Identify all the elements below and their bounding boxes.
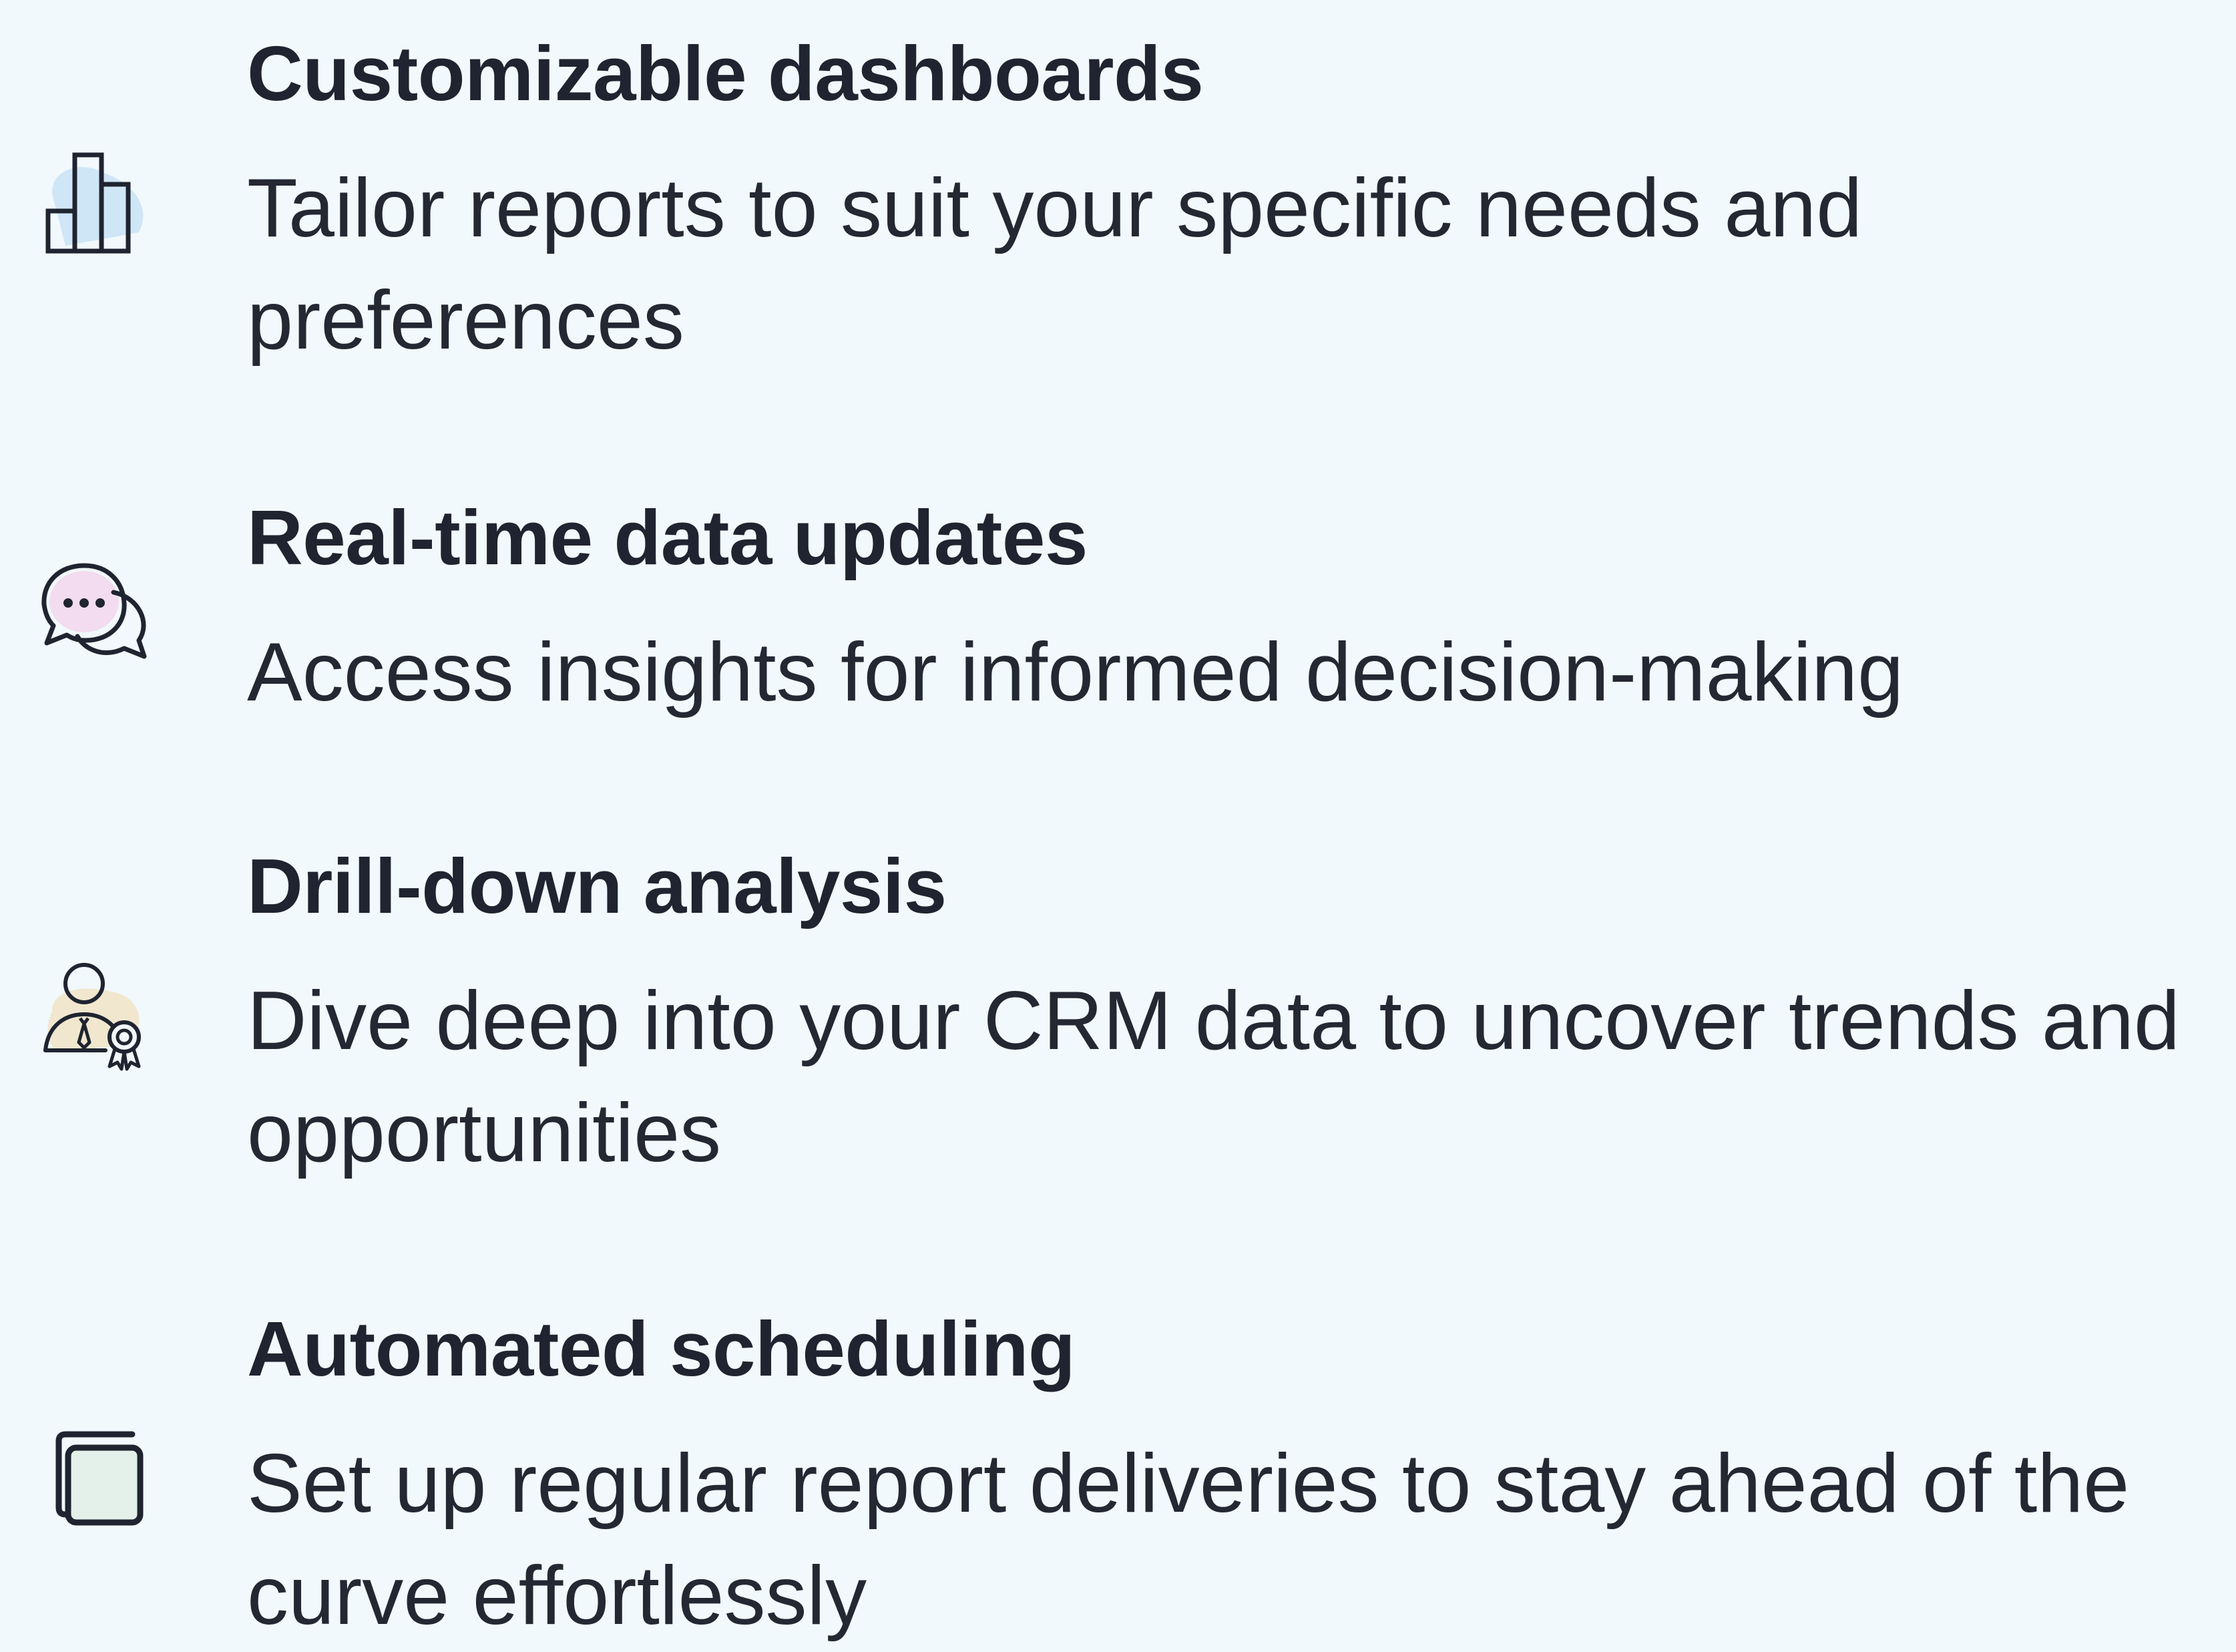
feature-title: Automated scheduling	[247, 1305, 1076, 1392]
feature-title: Customizable dashboards	[247, 30, 1204, 117]
feature-description: Dive deep into your CRM data to uncover …	[247, 975, 2180, 1179]
feature-text: Automated scheduling Set up regular repo…	[247, 1302, 2210, 1652]
feature-text: Customizable dashboards Tailor reports t…	[247, 27, 2210, 377]
feature-text: Real-time data updates Access insights f…	[247, 491, 2210, 729]
copy-windows-icon	[39, 1421, 152, 1534]
bar-chart-icon	[39, 146, 152, 259]
feature-text: Drill-down analysis Dive deep into your …	[247, 839, 2210, 1189]
feature-title: Real-time data updates	[247, 494, 1088, 581]
feature-description: Set up regular report deliveries to stay…	[247, 1438, 2130, 1642]
feature-title: Drill-down analysis	[247, 843, 947, 930]
feature-description: Tailor reports to suit your specific nee…	[247, 162, 1863, 367]
feature-description: Access insights for informed decision-ma…	[247, 626, 1904, 718]
user-award-icon	[39, 958, 152, 1072]
chat-bubbles-icon	[39, 551, 152, 664]
